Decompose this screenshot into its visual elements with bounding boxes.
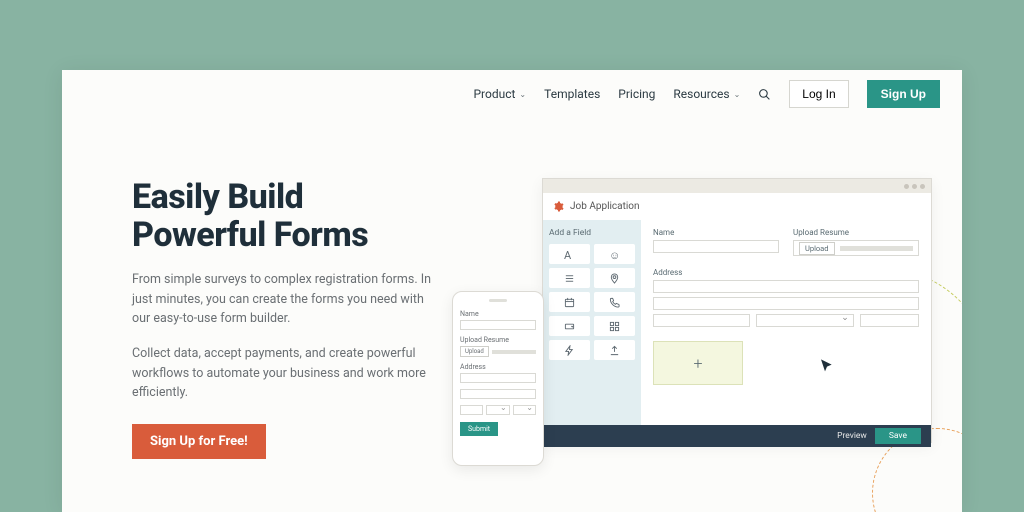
form-canvas: Name Upload Resume Upload bbox=[641, 220, 931, 425]
zip-input[interactable] bbox=[860, 314, 919, 327]
layout-field-tile[interactable] bbox=[594, 316, 635, 336]
list-field-tile[interactable] bbox=[549, 268, 590, 288]
lightning-icon bbox=[564, 345, 575, 356]
upload-placeholder bbox=[840, 246, 914, 251]
phone-address1-input[interactable] bbox=[460, 373, 536, 383]
gear-icon bbox=[553, 201, 564, 212]
form-builder-window: Job Application Add a Field A ☺ bbox=[542, 178, 932, 443]
dropdown-field-tile[interactable] bbox=[549, 316, 590, 336]
text-field-tile[interactable]: A bbox=[549, 244, 590, 264]
location-field-tile[interactable] bbox=[594, 268, 635, 288]
phone-speaker-icon bbox=[489, 299, 507, 302]
phone-zip-select[interactable] bbox=[513, 405, 536, 415]
window-dot-icon bbox=[912, 184, 917, 189]
field-label-name: Name bbox=[653, 228, 779, 237]
window-chrome bbox=[543, 179, 931, 193]
login-button[interactable]: Log In bbox=[789, 80, 848, 108]
phone-label-name: Name bbox=[460, 310, 536, 318]
upload-icon bbox=[609, 345, 620, 356]
top-nav: Product⌄ Templates Pricing Resources⌄ Lo… bbox=[62, 70, 962, 118]
text-icon: A bbox=[564, 249, 575, 260]
pin-icon bbox=[609, 273, 620, 284]
nav-templates[interactable]: Templates bbox=[544, 87, 600, 101]
hero-paragraph-2: Collect data, accept payments, and creat… bbox=[132, 344, 442, 402]
calendar-icon bbox=[564, 297, 575, 308]
dropdown-icon bbox=[564, 321, 575, 332]
name-input[interactable] bbox=[653, 240, 779, 253]
address-line2-input[interactable] bbox=[653, 297, 919, 310]
phone-name-input[interactable] bbox=[460, 320, 536, 330]
add-field-dropzone[interactable]: + bbox=[653, 341, 743, 385]
nav-pricing[interactable]: Pricing bbox=[618, 87, 655, 101]
submit-button[interactable]: Submit bbox=[460, 422, 498, 436]
phone-icon bbox=[609, 297, 620, 308]
grid-icon bbox=[609, 321, 620, 332]
chevron-down-icon: ⌄ bbox=[734, 90, 741, 99]
builder-title-bar: Job Application bbox=[543, 193, 931, 220]
cursor-icon bbox=[819, 358, 835, 374]
palette-title: Add a Field bbox=[549, 228, 635, 238]
phone-city-input[interactable] bbox=[460, 405, 483, 415]
upload-field[interactable]: Upload bbox=[793, 240, 919, 256]
signature-field-tile[interactable] bbox=[549, 340, 590, 360]
emoji-field-tile[interactable]: ☺ bbox=[594, 244, 635, 264]
date-field-tile[interactable] bbox=[549, 292, 590, 312]
page-title: Easily BuildPowerful Forms bbox=[132, 178, 442, 254]
form-name: Job Application bbox=[570, 201, 640, 212]
signup-button[interactable]: Sign Up bbox=[867, 80, 940, 108]
window-dot-icon bbox=[904, 184, 909, 189]
smile-icon: ☺ bbox=[609, 249, 620, 260]
phone-label-address: Address bbox=[460, 363, 536, 371]
address-line1-input[interactable] bbox=[653, 280, 919, 293]
field-label-address: Address bbox=[653, 268, 919, 277]
cta-signup-button[interactable]: Sign Up for Free! bbox=[132, 424, 266, 459]
upload-button[interactable]: Upload bbox=[799, 242, 835, 255]
field-palette: Add a Field A ☺ bbox=[543, 220, 641, 425]
preview-button[interactable]: Preview bbox=[837, 431, 867, 441]
nav-product[interactable]: Product⌄ bbox=[473, 87, 526, 101]
state-select[interactable] bbox=[756, 314, 853, 327]
search-icon[interactable] bbox=[758, 88, 771, 101]
phone-state-select[interactable] bbox=[486, 405, 509, 415]
city-input[interactable] bbox=[653, 314, 750, 327]
hero-illustration: Job Application Add a Field A ☺ bbox=[472, 178, 962, 498]
builder-footer: Preview Save bbox=[543, 425, 931, 447]
upload-field-tile[interactable] bbox=[594, 340, 635, 360]
phone-upload-field[interactable]: Upload bbox=[460, 346, 536, 357]
plus-icon: + bbox=[693, 354, 702, 373]
phone-upload-button[interactable]: Upload bbox=[460, 346, 489, 357]
window-dot-icon bbox=[920, 184, 925, 189]
list-icon bbox=[564, 273, 575, 284]
phone-label-upload: Upload Resume bbox=[460, 336, 536, 344]
phone-mockup: Name Upload Resume Upload Address bbox=[452, 291, 544, 466]
phone-upload-placeholder bbox=[492, 350, 536, 354]
field-label-upload: Upload Resume bbox=[793, 228, 919, 237]
save-button[interactable]: Save bbox=[875, 428, 921, 444]
chevron-down-icon: ⌄ bbox=[519, 90, 526, 99]
hero-paragraph-1: From simple surveys to complex registrat… bbox=[132, 270, 442, 328]
nav-resources[interactable]: Resources⌄ bbox=[673, 87, 740, 101]
phone-field-tile[interactable] bbox=[594, 292, 635, 312]
phone-address2-input[interactable] bbox=[460, 389, 536, 399]
